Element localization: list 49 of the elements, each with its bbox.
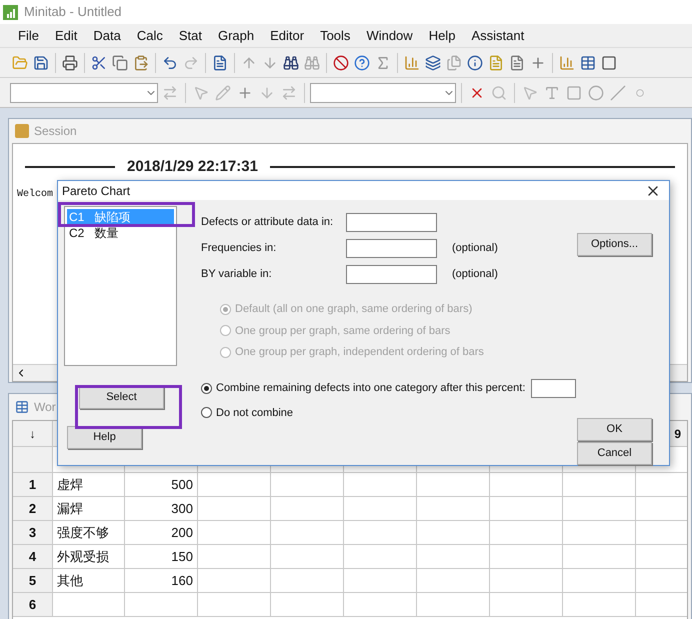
cancel-button[interactable]: Cancel — [577, 442, 652, 465]
option-label: Do not combine — [216, 406, 294, 420]
menu-item[interactable]: Window — [366, 26, 413, 46]
table-cell: 漏焊 — [53, 497, 125, 521]
table-cell: 150 — [125, 545, 198, 569]
list-item[interactable]: C2 数量 — [67, 225, 174, 241]
menu-item[interactable]: File — [18, 26, 39, 46]
row-header[interactable]: 3 — [13, 521, 53, 545]
menu-item[interactable]: Edit — [54, 26, 78, 46]
table-cell: 其他 — [53, 569, 125, 593]
field-label: Defects or attribute data in: — [201, 214, 334, 230]
menu-item[interactable]: Assistant — [471, 26, 524, 46]
optional-note: (optional) — [452, 266, 498, 282]
option-label: One group per graph, independent ordering of bars — [235, 345, 484, 360]
field-label: BY variable in: — [201, 266, 273, 282]
worksheet-title: Wor — [34, 399, 56, 416]
table-cell: 虚焊 — [53, 473, 125, 497]
select-button[interactable]: Select — [79, 386, 164, 409]
row-header[interactable]: 2 — [13, 497, 53, 521]
ok-button[interactable]: OK — [577, 418, 652, 441]
window-title: Minitab - Untitled — [24, 3, 122, 22]
option-label: Combine remaining defects into one category after this percent: — [216, 380, 526, 396]
option-label: Default (all on one graph, same ordering of bars) — [235, 302, 472, 317]
options-button[interactable]: Options... — [577, 233, 652, 256]
field-label: Frequencies in: — [201, 240, 278, 256]
menu-item[interactable]: Editor — [270, 26, 304, 46]
table-cell: 500 — [125, 473, 198, 497]
corner-cell: ↓ — [13, 421, 53, 447]
table-cell: 外观受损 — [53, 545, 125, 569]
session-title: Session — [34, 123, 77, 140]
option-label: One group per graph, same ordering of bars — [235, 324, 450, 338]
row-header[interactable]: 4 — [13, 545, 53, 569]
row-header[interactable]: 5 — [13, 569, 53, 593]
menu-item[interactable]: Help — [428, 26, 456, 46]
menu-item[interactable]: Calc — [136, 26, 163, 46]
row-header[interactable]: 1 — [13, 473, 53, 497]
menu-item[interactable]: Graph — [218, 26, 254, 46]
menu-item[interactable]: Stat — [178, 26, 202, 46]
optional-note: (optional) — [452, 240, 498, 256]
session-timestamp: 2018/1/29 22:17:31 — [127, 158, 258, 175]
menu-item[interactable]: Tools — [320, 26, 350, 46]
menu-item[interactable]: Data — [93, 26, 121, 46]
session-text: Welcom — [17, 188, 54, 202]
table-cell: 160 — [125, 569, 198, 593]
table-cell: 强度不够 — [53, 521, 125, 545]
table-cell: 300 — [125, 497, 198, 521]
table-cell: 200 — [125, 521, 198, 545]
row-header[interactable]: 6 — [13, 593, 53, 617]
dialog-title: Pareto Chart — [62, 182, 130, 200]
